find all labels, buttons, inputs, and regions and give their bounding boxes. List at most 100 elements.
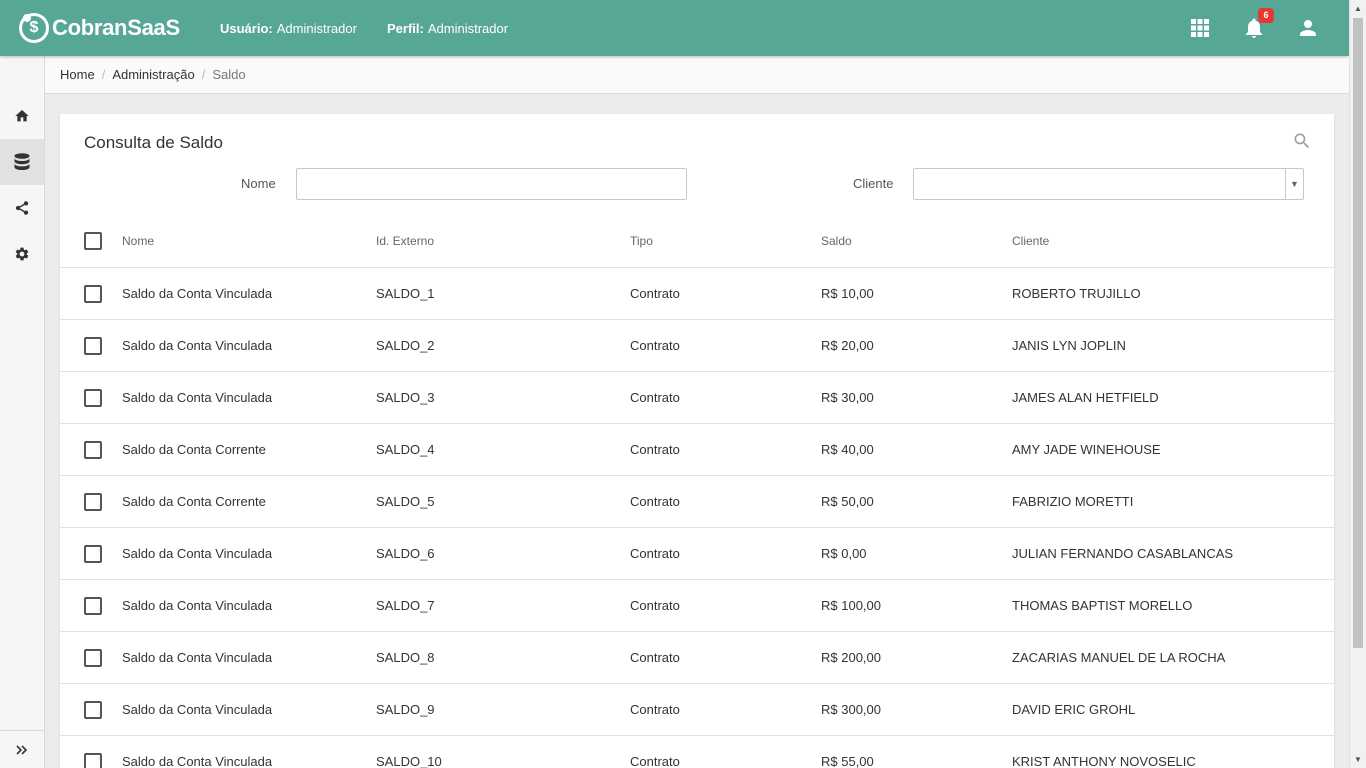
cell-saldo: R$ 55,00: [821, 754, 874, 768]
search-icon[interactable]: [1292, 131, 1312, 151]
cell-nome: Saldo da Conta Vinculada: [122, 754, 273, 768]
row-select-checkbox[interactable]: [84, 701, 102, 719]
cell-tipo: Contrato: [630, 494, 680, 509]
breadcrumb-separator: /: [201, 67, 206, 82]
column-header-tipo[interactable]: Tipo: [630, 214, 653, 267]
table-row[interactable]: Saldo da Conta Vinculada SALDO_7 Contrato R…: [60, 580, 1334, 632]
apps-grid-icon[interactable]: [1188, 16, 1212, 40]
page-scrollbar[interactable]: ▲ ▼: [1349, 0, 1366, 768]
cell-nome: Saldo da Conta Corrente: [122, 494, 266, 509]
table-row[interactable]: Saldo da Conta Corrente SALDO_5 Contrato R$…: [60, 476, 1334, 528]
cell-saldo: R$ 50,00: [821, 494, 874, 509]
profile-value: Administrador: [427, 21, 509, 36]
cell-tipo: Contrato: [630, 650, 680, 665]
table-row[interactable]: Saldo da Conta Vinculada SALDO_1 Contrato R…: [60, 268, 1334, 320]
database-icon: [14, 153, 30, 170]
cell-tipo: Contrato: [630, 546, 680, 561]
column-header-cliente[interactable]: Cliente: [1012, 214, 1049, 267]
cell-saldo: R$ 300,00: [821, 702, 881, 717]
caret-down-icon[interactable]: ▼: [1285, 169, 1303, 199]
gear-icon: [15, 247, 29, 261]
double-chevron-right-icon: [16, 744, 28, 755]
scroll-down-arrow-icon[interactable]: ▼: [1350, 751, 1366, 768]
breadcrumb-administracao[interactable]: Administração: [112, 67, 194, 82]
breadcrumb-separator: /: [101, 67, 106, 82]
cell-id-externo: SALDO_1: [376, 286, 435, 301]
user-label: Usuário:: [220, 21, 273, 36]
cell-cliente: JANIS LYN JOPLIN: [1012, 338, 1126, 353]
row-select-checkbox[interactable]: [84, 285, 102, 303]
user-account-icon[interactable]: [1296, 16, 1320, 40]
breadcrumb-home[interactable]: Home: [60, 67, 95, 82]
page-title: Consulta de Saldo: [84, 133, 223, 152]
cell-cliente: ROBERTO TRUJILLO: [1012, 286, 1141, 301]
cell-cliente: FABRIZIO MORETTI: [1012, 494, 1134, 509]
saldo-table: Nome Id. Externo Tipo Saldo Cliente Sald…: [60, 214, 1334, 768]
nome-filter-label: Nome: [241, 176, 276, 191]
cell-nome: Saldo da Conta Vinculada: [122, 546, 273, 561]
home-icon: [15, 110, 29, 122]
row-select-checkbox[interactable]: [84, 493, 102, 511]
app-logo[interactable]: $ CobranSaaS: [19, 11, 180, 45]
table-row[interactable]: Saldo da Conta Vinculada SALDO_6 Contrato R…: [60, 528, 1334, 580]
row-select-checkbox[interactable]: [84, 545, 102, 563]
cell-nome: Saldo da Conta Vinculada: [122, 598, 273, 613]
table-body: Saldo da Conta Vinculada SALDO_1 Contrato R…: [60, 268, 1334, 768]
cliente-filter-select[interactable]: ▼: [913, 168, 1304, 200]
cell-id-externo: SALDO_5: [376, 494, 435, 509]
cell-tipo: Contrato: [630, 598, 680, 613]
column-header-id-externo[interactable]: Id. Externo: [376, 214, 434, 267]
sidebar-expand-button[interactable]: [0, 730, 44, 768]
nome-filter-input[interactable]: [296, 168, 687, 200]
cell-cliente: THOMAS BAPTIST MORELLO: [1012, 598, 1193, 613]
cell-tipo: Contrato: [630, 702, 680, 717]
row-select-checkbox[interactable]: [84, 389, 102, 407]
top-bar: $ CobranSaaS Usuário: Administrador Perfi…: [0, 0, 1349, 56]
cell-nome: Saldo da Conta Vinculada: [122, 338, 273, 353]
row-select-checkbox[interactable]: [84, 337, 102, 355]
table-row[interactable]: Saldo da Conta Vinculada SALDO_3 Contrato R…: [60, 372, 1334, 424]
cell-saldo: R$ 100,00: [821, 598, 881, 613]
cell-saldo: R$ 10,00: [821, 286, 874, 301]
scroll-up-arrow-icon[interactable]: ▲: [1350, 0, 1366, 17]
sidebar-item-share[interactable]: [0, 185, 44, 231]
cell-id-externo: SALDO_3: [376, 390, 435, 405]
profile-label: Perfil:: [387, 21, 424, 36]
table-row[interactable]: Saldo da Conta Vinculada SALDO_8 Contrato R…: [60, 632, 1334, 684]
cell-nome: Saldo da Conta Corrente: [122, 442, 266, 457]
cell-cliente: JAMES ALAN HETFIELD: [1012, 390, 1159, 405]
row-select-checkbox[interactable]: [84, 649, 102, 667]
table-row[interactable]: Saldo da Conta Corrente SALDO_4 Contrato R$…: [60, 424, 1334, 476]
table-row[interactable]: Saldo da Conta Vinculada SALDO_2 Contrato R…: [60, 320, 1334, 372]
sidebar-item-home[interactable]: [0, 93, 44, 139]
cell-id-externo: SALDO_9: [376, 702, 435, 717]
cell-tipo: Contrato: [630, 338, 680, 353]
sidebar-item-database[interactable]: [0, 139, 44, 185]
scrollbar-thumb[interactable]: [1353, 18, 1363, 648]
cell-nome: Saldo da Conta Vinculada: [122, 702, 273, 717]
table-row[interactable]: Saldo da Conta Vinculada SALDO_10 Contrato…: [60, 736, 1334, 768]
table-row[interactable]: Saldo da Conta Vinculada SALDO_9 Contrato R…: [60, 684, 1334, 736]
sidebar: [0, 56, 45, 768]
cell-saldo: R$ 200,00: [821, 650, 881, 665]
cell-tipo: Contrato: [630, 390, 680, 405]
notifications-count-badge: 6: [1258, 8, 1274, 23]
breadcrumb-saldo: Saldo: [212, 67, 246, 82]
cell-nome: Saldo da Conta Vinculada: [122, 390, 273, 405]
select-all-checkbox[interactable]: [84, 232, 102, 250]
row-select-checkbox[interactable]: [84, 753, 102, 768]
row-select-checkbox[interactable]: [84, 441, 102, 459]
column-header-saldo[interactable]: Saldo: [821, 214, 852, 267]
cell-id-externo: SALDO_6: [376, 546, 435, 561]
cell-nome: Saldo da Conta Vinculada: [122, 650, 273, 665]
saldo-card: Consulta de Saldo Nome Cliente ▼ Nome Id…: [60, 114, 1334, 768]
column-header-nome[interactable]: Nome: [122, 214, 154, 267]
table-header-row: Nome Id. Externo Tipo Saldo Cliente: [60, 214, 1334, 268]
sidebar-item-settings[interactable]: [0, 231, 44, 277]
cell-nome: Saldo da Conta Vinculada: [122, 286, 273, 301]
row-select-checkbox[interactable]: [84, 597, 102, 615]
cell-saldo: R$ 40,00: [821, 442, 874, 457]
cell-id-externo: SALDO_7: [376, 598, 435, 613]
cell-cliente: ZACARIAS MANUEL DE LA ROCHA: [1012, 650, 1226, 665]
cell-saldo: R$ 30,00: [821, 390, 874, 405]
